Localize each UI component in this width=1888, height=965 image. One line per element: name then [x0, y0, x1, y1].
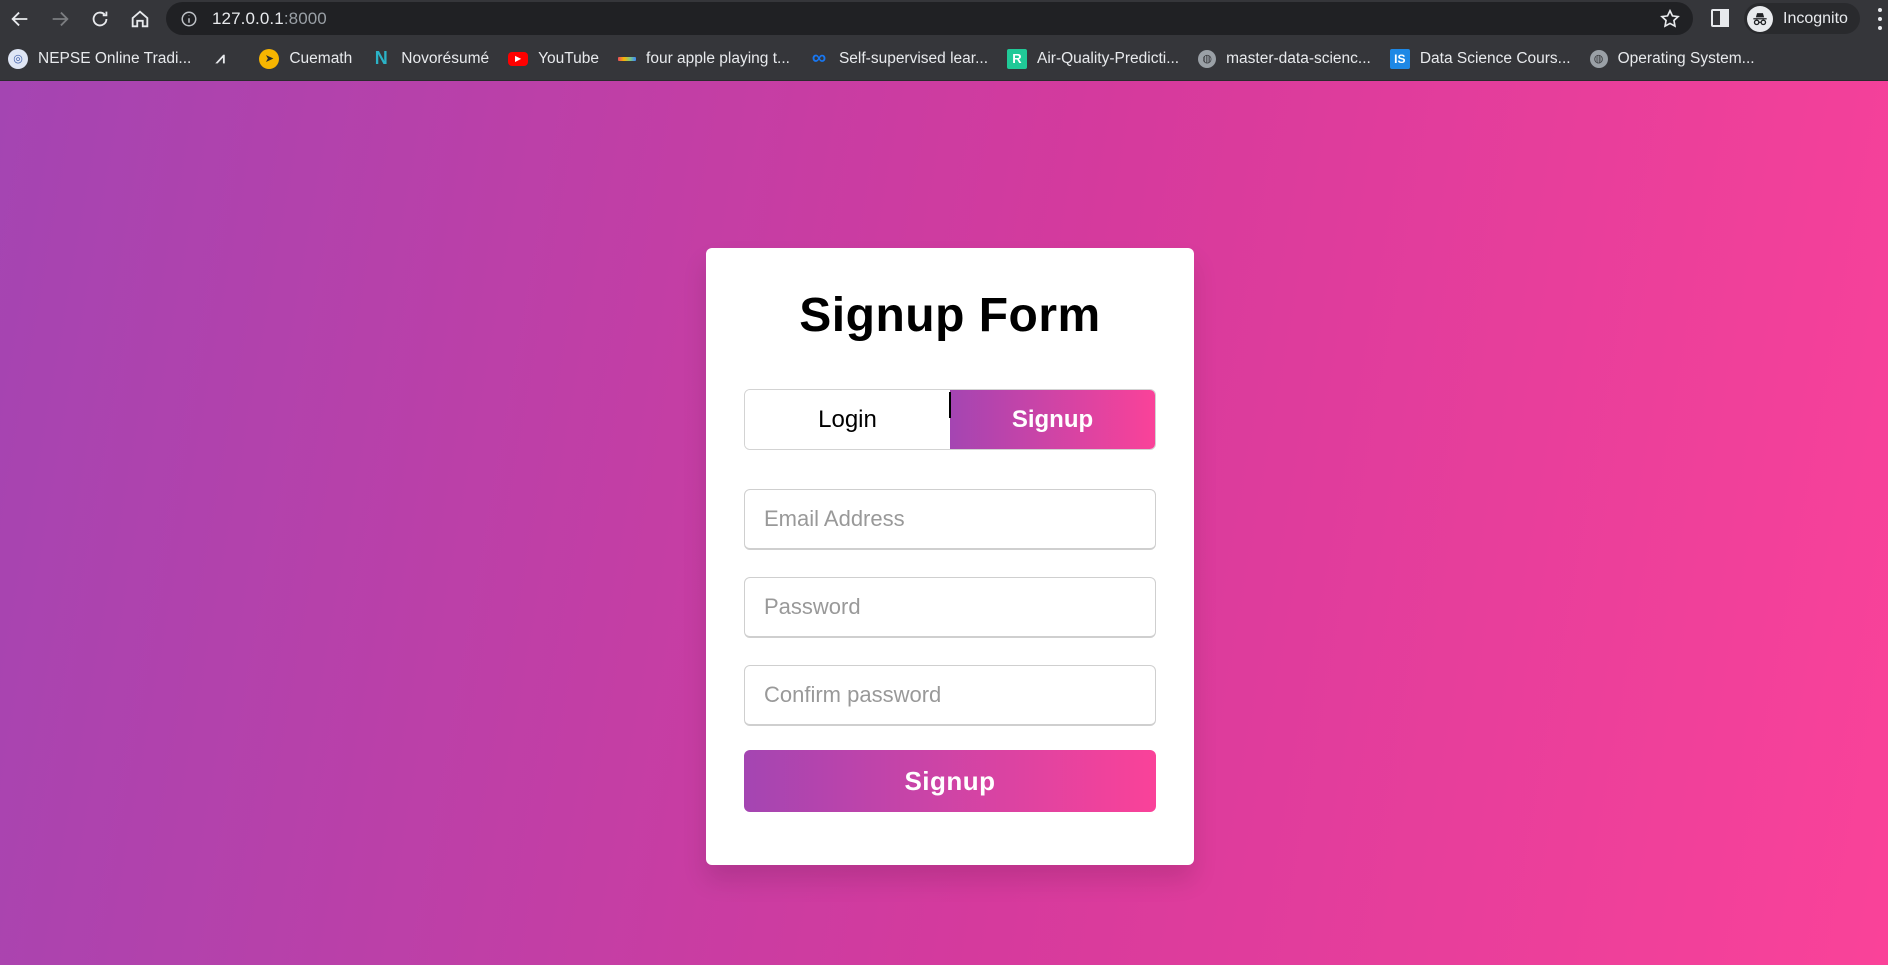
bookmark-item[interactable]: R Air-Quality-Predicti...	[1007, 44, 1190, 74]
globe-icon: ◍	[1198, 49, 1217, 68]
home-button[interactable]	[120, 0, 160, 37]
home-icon	[131, 9, 149, 27]
bookmarks-bar: ◎ NEPSE Online Tradi... ⩘ ➤ Cuemath N No…	[0, 37, 1888, 81]
rocket-icon: ➤	[259, 48, 280, 69]
arrow-left-icon	[11, 11, 28, 26]
meta-infinity-icon: ∞	[811, 47, 827, 69]
reload-button[interactable]	[80, 0, 120, 37]
back-button[interactable]	[0, 0, 40, 37]
n-logo-icon: N	[374, 48, 388, 68]
url-text: 127.0.0.1:8000	[212, 9, 327, 29]
bookmark-item[interactable]: N Novorésumé	[371, 44, 500, 74]
email-input[interactable]	[744, 489, 1156, 550]
globe-icon: ◍	[1589, 49, 1608, 68]
address-bar[interactable]: 127.0.0.1:8000	[166, 2, 1693, 35]
bookmark-label: Self-supervised lear...	[838, 49, 988, 67]
login-tab[interactable]: Login	[745, 390, 950, 449]
reload-icon	[92, 11, 108, 26]
bookmark-item[interactable]: ➤ Cuemath	[259, 44, 363, 74]
color-bar-icon	[618, 56, 637, 61]
side-panel-icon[interactable]	[1708, 6, 1732, 30]
bookmark-item[interactable]: ⩘	[210, 44, 251, 74]
signup-tab[interactable]: Signup	[950, 390, 1155, 449]
text-cursor	[949, 392, 951, 418]
youtube-icon: ▶	[508, 51, 529, 66]
bookmark-label: master-data-scienc...	[1226, 49, 1371, 67]
page-background: Signup Form Login Signup Signup	[0, 81, 1888, 965]
bookmark-label: Air-Quality-Predicti...	[1037, 49, 1180, 67]
bookmark-label: NEPSE Online Tradi...	[38, 49, 192, 67]
browser-toolbar: 127.0.0.1:8000 Incognito	[0, 0, 1888, 37]
bookmark-label: Operating System...	[1617, 49, 1755, 67]
bookmark-label: four apple playing t...	[646, 49, 790, 67]
bookmark-item[interactable]: four apple playing t...	[618, 44, 801, 74]
bookmark-item[interactable]: IS Data Science Cours...	[1389, 44, 1582, 74]
signup-submit-button[interactable]: Signup	[744, 750, 1156, 812]
url-port: :8000	[283, 8, 327, 28]
bookmark-item[interactable]: ◍ master-data-scienc...	[1198, 44, 1382, 74]
bookmark-label: Cuemath	[289, 49, 353, 67]
is-logo-icon: IS	[1389, 48, 1410, 69]
form-title: Signup Form	[799, 289, 1101, 342]
arrow-right-icon	[52, 11, 69, 26]
bookmark-star-icon[interactable]	[1659, 8, 1681, 30]
confirm-password-input[interactable]	[744, 665, 1156, 726]
info-icon[interactable]	[180, 10, 198, 28]
browser-menu-icon[interactable]	[1876, 8, 1884, 30]
bookmark-item[interactable]: ◎ NEPSE Online Tradi...	[8, 44, 202, 74]
zigzag-logo-icon: ⩘	[215, 49, 225, 67]
signup-card: Signup Form Login Signup Signup	[706, 248, 1194, 865]
bookmark-label: YouTube	[538, 49, 600, 67]
bookmark-item[interactable]: ∞ Self-supervised lear...	[809, 44, 999, 74]
url-host: 127.0.0.1	[212, 8, 284, 28]
r-logo-icon: R	[1007, 48, 1027, 69]
bookmark-item[interactable]: ◍ Operating System...	[1589, 44, 1766, 74]
password-input[interactable]	[744, 577, 1156, 638]
forward-button[interactable]	[40, 0, 80, 37]
profile-label: Incognito	[1783, 9, 1848, 27]
profile-button[interactable]: Incognito	[1744, 3, 1860, 34]
bookmark-label: Data Science Cours...	[1419, 49, 1571, 67]
incognito-icon	[1747, 5, 1773, 32]
globe-emblem-icon: ◎	[8, 48, 28, 69]
bookmark-label: Novorésumé	[401, 49, 490, 67]
bookmark-item[interactable]: ▶ YouTube	[508, 44, 610, 74]
